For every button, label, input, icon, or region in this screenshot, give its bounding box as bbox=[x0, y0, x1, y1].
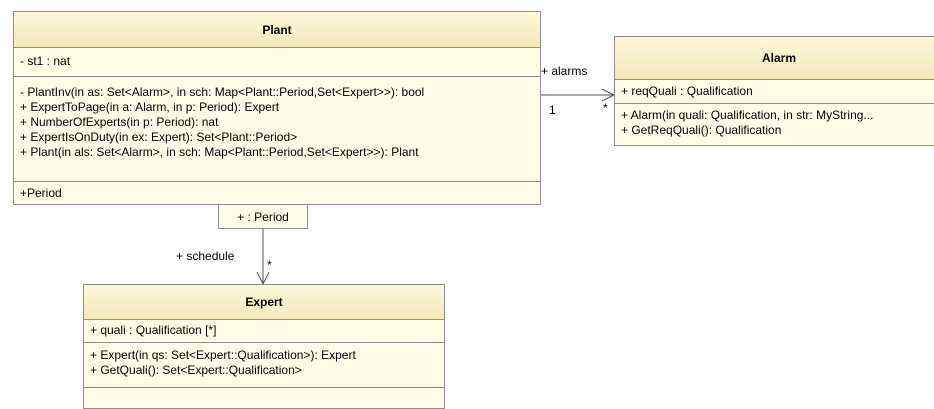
alarm-operation: + Alarm(in quali: Qualification, in str:… bbox=[621, 108, 874, 122]
plant-operation: - PlantInv(in as: Set<Alarm>, in sch: Ma… bbox=[20, 85, 425, 99]
plant-nested-period: +Period bbox=[20, 186, 62, 200]
expert-operation: + GetQuali(): Set<Expert::Qualification> bbox=[90, 363, 302, 377]
plant-class-name: Plant bbox=[14, 12, 540, 48]
expert-operation: + Expert(in qs: Set<Expert::Qualificatio… bbox=[90, 348, 356, 362]
plant-operation: + ExpertIsOnDuty(in ex: Expert): Set<Pla… bbox=[20, 130, 298, 144]
expert-attribute: + quali : Qualification [*] bbox=[90, 323, 217, 337]
alarm-class-name: Alarm bbox=[615, 37, 934, 80]
plant-operation: + NumberOfExperts(in p: Period): nat bbox=[20, 115, 219, 129]
schedule-target-multiplicity: * bbox=[267, 258, 272, 272]
alarm-class[interactable]: Alarm + reqQuali : Qualification + Alarm… bbox=[614, 36, 934, 146]
plant-attribute: - st1 : nat bbox=[20, 54, 71, 68]
plant-operation: + ExpertToPage(in a: Alarm, in p: Period… bbox=[20, 100, 280, 114]
expert-class-name: Expert bbox=[84, 285, 444, 320]
plant-operation: + Plant(in als: Set<Alarm>, in sch: Map<… bbox=[20, 145, 419, 159]
schedule-role-label: + schedule bbox=[176, 249, 235, 263]
plant-class[interactable]: Plant - st1 : nat - PlantInv(in as: Set<… bbox=[13, 11, 541, 205]
plant-nested-classes: +Period bbox=[14, 182, 540, 205]
alarms-target-multiplicity: * bbox=[603, 101, 608, 115]
alarm-attributes: + reqQuali : Qualification bbox=[615, 80, 934, 104]
plant-attributes: - st1 : nat bbox=[14, 48, 540, 77]
alarms-source-multiplicity: 1 bbox=[549, 103, 556, 117]
expert-class[interactable]: Expert + quali : Qualification [*] + Exp… bbox=[83, 284, 445, 409]
plant-operations: - PlantInv(in as: Set<Alarm>, in sch: Ma… bbox=[14, 77, 540, 182]
alarm-operations: + Alarm(in quali: Qualification, in str:… bbox=[615, 104, 934, 146]
alarms-role-label: + alarms bbox=[541, 64, 588, 78]
plant-period-qualifier[interactable]: + : Period bbox=[218, 204, 308, 229]
expert-empty-section bbox=[84, 388, 444, 408]
expert-operations: + Expert(in qs: Set<Expert::Qualificatio… bbox=[84, 343, 444, 388]
expert-attributes: + quali : Qualification [*] bbox=[84, 320, 444, 343]
alarm-attribute: + reqQuali : Qualification bbox=[621, 84, 753, 98]
alarm-operation: + GetReqQuali(): Qualification bbox=[621, 123, 782, 137]
